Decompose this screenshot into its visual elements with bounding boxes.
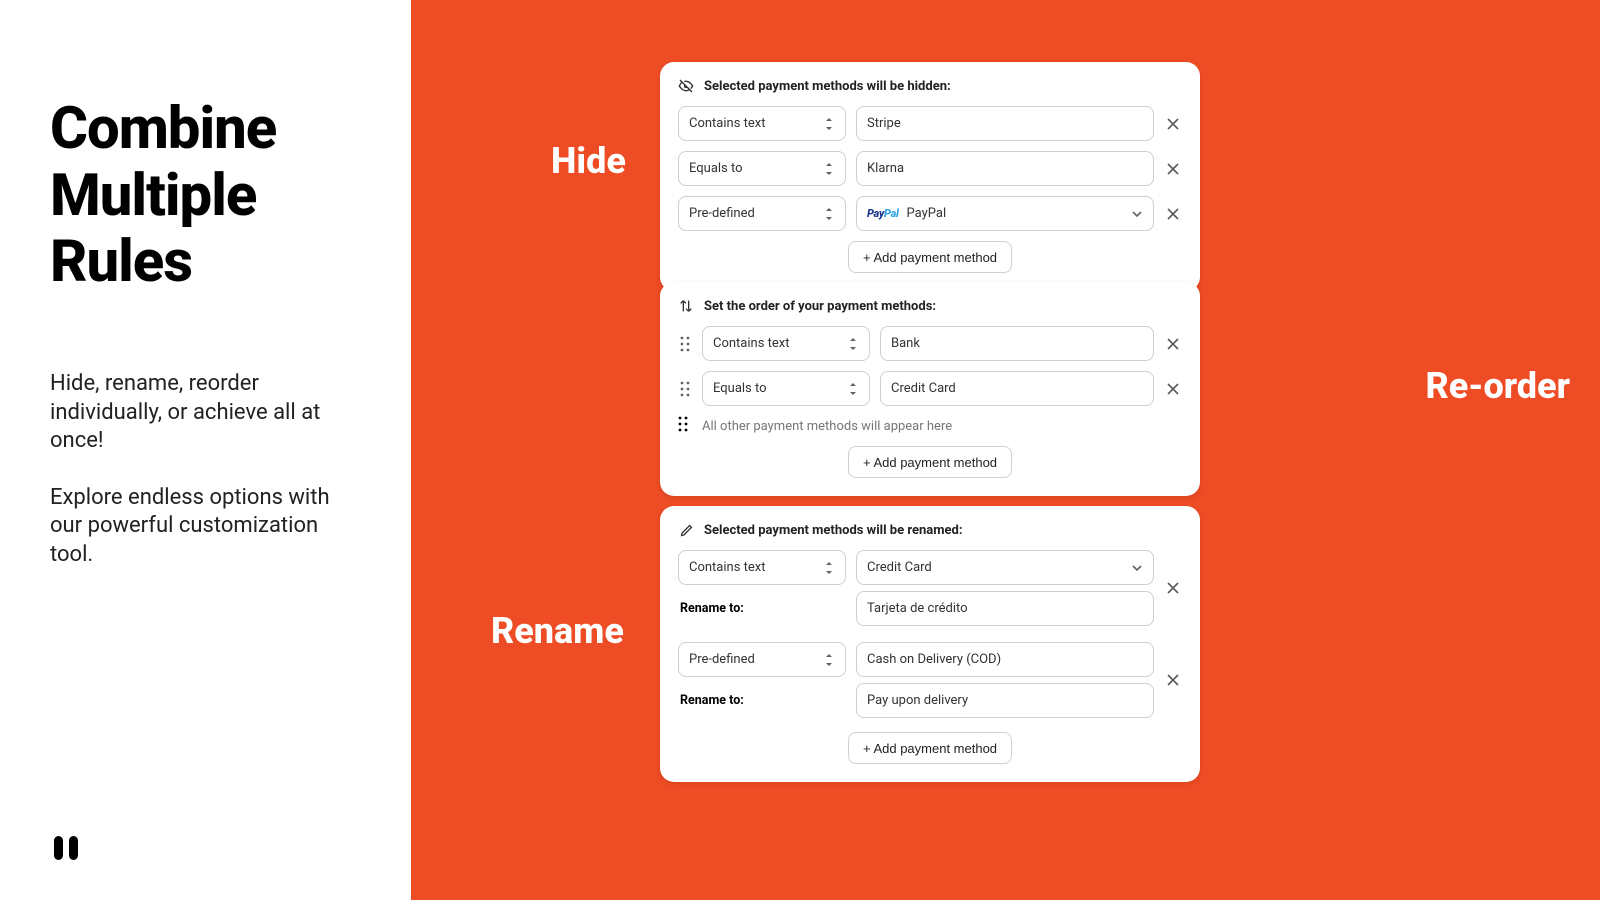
value-text: Credit Card (891, 381, 956, 396)
value-input[interactable]: Credit Card (880, 371, 1154, 406)
canvas: Hide Re-order Rename Selected payment me… (411, 0, 1600, 900)
chevron-down-icon (1131, 562, 1143, 574)
hide-row: Equals to Klarna (678, 151, 1182, 186)
hide-card-title: Selected payment methods will be hidden: (704, 79, 951, 94)
match-select[interactable]: Equals to (678, 151, 846, 186)
remove-row-button[interactable] (1164, 383, 1182, 395)
pencil-icon (678, 522, 694, 538)
hide-label: Hide (551, 140, 626, 182)
rename-to-input[interactable]: Tarjeta de crédito (856, 591, 1154, 626)
hide-row: Pre-defined PayPal PayPal (678, 196, 1182, 231)
value-dropdown[interactable]: PayPal PayPal (856, 196, 1154, 231)
reorder-card-title: Set the order of your payment methods: (704, 299, 936, 314)
match-select[interactable]: Pre-defined (678, 196, 846, 231)
value-text: Bank (891, 336, 920, 351)
value-text: Cash on Delivery (COD) (867, 652, 1001, 667)
rename-to-label: Rename to: (678, 601, 846, 616)
description-p2: Explore endless options with our powerfu… (50, 484, 350, 570)
match-select-value: Contains text (713, 336, 790, 351)
remove-row-button[interactable] (1164, 208, 1182, 220)
value-input[interactable]: Klarna (856, 151, 1154, 186)
reorder-label: Re-order (1425, 365, 1570, 407)
rename-label: Rename (491, 610, 624, 652)
chevron-down-icon (1131, 208, 1143, 220)
match-select[interactable]: Equals to (702, 371, 870, 406)
brand-logo (50, 832, 82, 868)
remove-row-button[interactable] (1164, 163, 1182, 175)
match-select[interactable]: Contains text (678, 550, 846, 585)
value-input[interactable]: Stripe (856, 106, 1154, 141)
match-select-value: Equals to (689, 161, 743, 176)
match-select-value: Pre-defined (689, 652, 755, 667)
rename-to-text: Tarjeta de crédito (867, 601, 968, 616)
rename-card: Selected payment methods will be renamed… (660, 506, 1200, 782)
value-text: Credit Card (867, 560, 932, 575)
remove-pair-button[interactable] (1164, 674, 1182, 686)
match-select-value: Contains text (689, 560, 766, 575)
reorder-row: Equals to Credit Card (678, 371, 1182, 406)
rename-to-input[interactable]: Pay upon delivery (856, 683, 1154, 718)
sort-icon (823, 207, 835, 221)
reorder-arrows-icon (678, 298, 694, 314)
rename-pair: Contains text Credit Card Rename to: Tar… (678, 550, 1182, 626)
description-p1: Hide, rename, reorder individually, or a… (50, 370, 350, 456)
rename-to-label: Rename to: (678, 693, 846, 708)
hide-row: Contains text Stripe (678, 106, 1182, 141)
sort-icon (847, 337, 859, 351)
match-select-value: Pre-defined (689, 206, 755, 221)
reorder-row: Contains text Bank (678, 326, 1182, 361)
match-select-value: Contains text (689, 116, 766, 131)
marketing-sidebar: Combine Multiple Rules Hide, rename, reo… (0, 0, 411, 900)
match-select[interactable]: Contains text (702, 326, 870, 361)
add-payment-method-button[interactable]: + Add payment method (848, 241, 1012, 273)
reorder-note: All other payment methods will appear he… (702, 419, 952, 434)
paypal-logo-icon: PayPal (867, 207, 899, 220)
sort-icon (823, 561, 835, 575)
remove-row-button[interactable] (1164, 338, 1182, 350)
sort-icon (823, 117, 835, 131)
sort-icon (823, 162, 835, 176)
rename-to-text: Pay upon delivery (867, 693, 968, 708)
remove-pair-button[interactable] (1164, 582, 1182, 594)
match-select[interactable]: Contains text (678, 106, 846, 141)
drag-handle-icon[interactable] (678, 416, 692, 436)
heading: Combine Multiple Rules (50, 96, 361, 296)
value-text: PayPal (907, 206, 947, 221)
hide-card: Selected payment methods will be hidden:… (660, 62, 1200, 291)
value-input[interactable]: Bank (880, 326, 1154, 361)
match-select[interactable]: Pre-defined (678, 642, 846, 677)
eye-off-icon (678, 78, 694, 94)
rename-card-title: Selected payment methods will be renamed… (704, 523, 963, 538)
sort-icon (823, 653, 835, 667)
value-input[interactable]: Cash on Delivery (COD) (856, 642, 1154, 677)
reorder-card: Set the order of your payment methods: C… (660, 282, 1200, 496)
drag-handle-icon[interactable] (678, 381, 692, 397)
remove-row-button[interactable] (1164, 118, 1182, 130)
drag-handle-icon[interactable] (678, 336, 692, 352)
value-text: Klarna (867, 161, 904, 176)
add-payment-method-button[interactable]: + Add payment method (848, 446, 1012, 478)
rename-pair: Pre-defined Cash on Delivery (COD) Renam… (678, 642, 1182, 718)
value-dropdown[interactable]: Credit Card (856, 550, 1154, 585)
add-payment-method-button[interactable]: + Add payment method (848, 732, 1012, 764)
sort-icon (847, 382, 859, 396)
match-select-value: Equals to (713, 381, 767, 396)
reorder-remainder-row: All other payment methods will appear he… (678, 416, 1182, 436)
value-text: Stripe (867, 116, 901, 131)
description-block: Hide, rename, reorder individually, or a… (50, 370, 350, 570)
